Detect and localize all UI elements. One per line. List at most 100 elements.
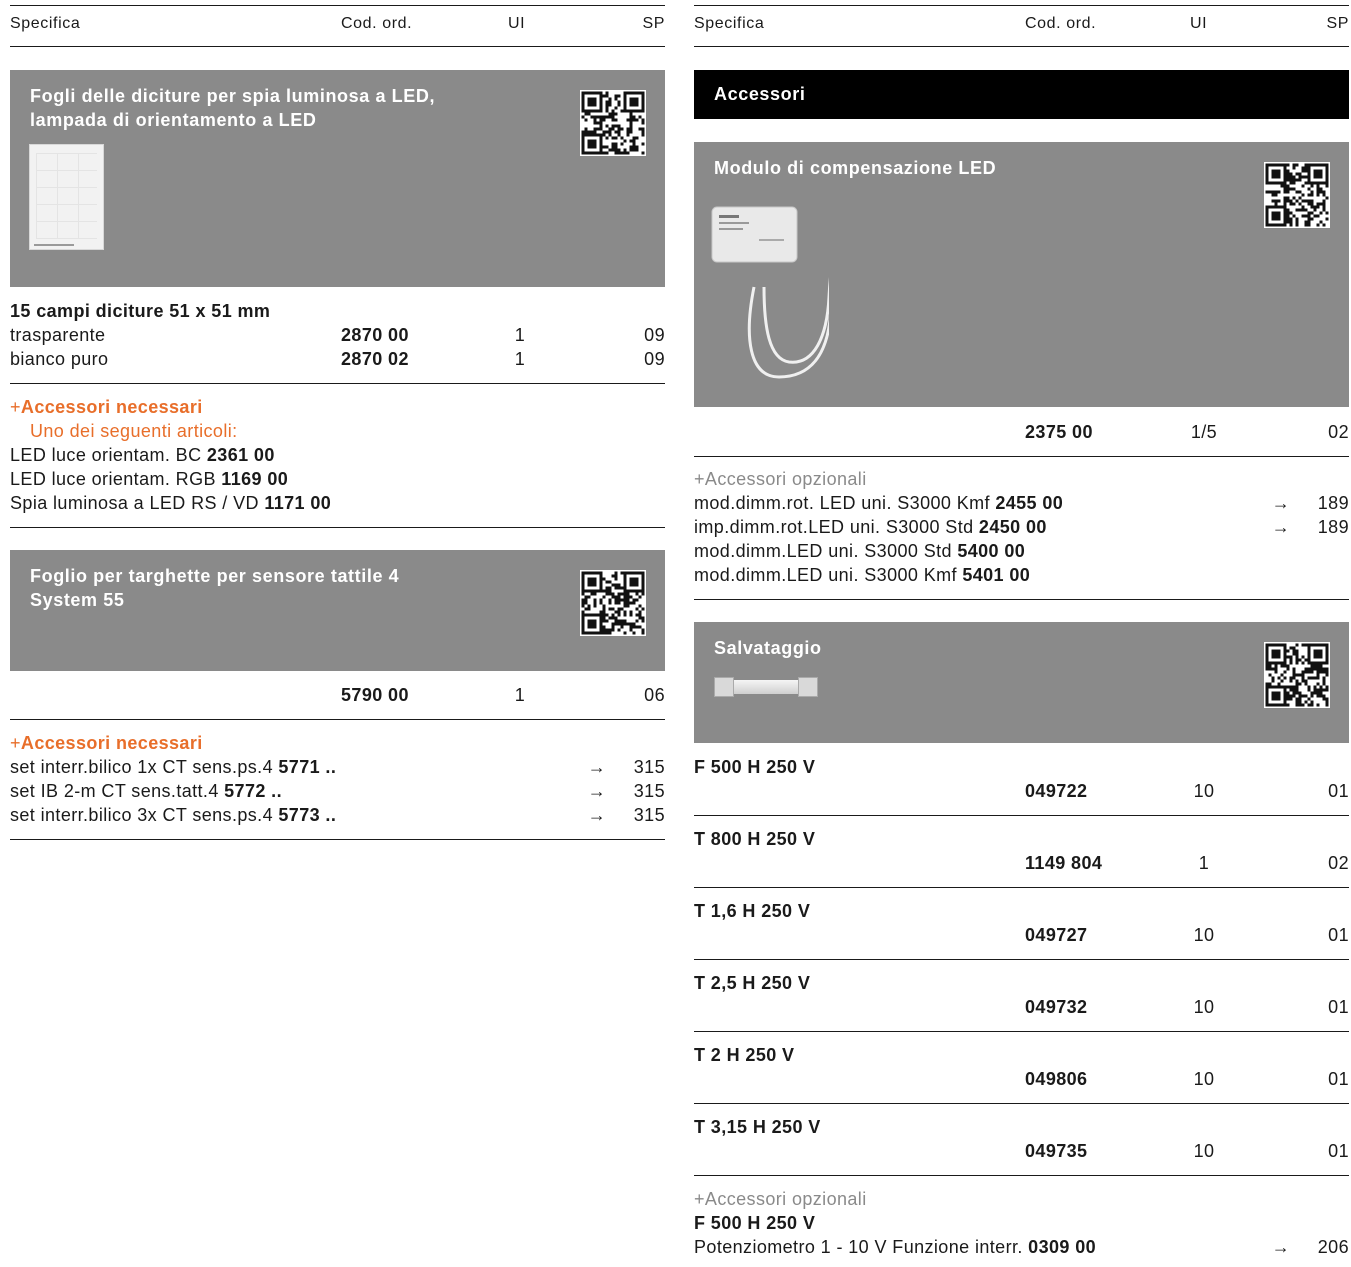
fuse-label: T 800 H 250 V (694, 829, 816, 849)
row-sp: 02 (1328, 853, 1349, 873)
header-ui: UI (508, 15, 526, 32)
list-item: Spia luminosa a LED RS / VD 1171 00 (10, 493, 332, 513)
divider (694, 456, 1349, 457)
row-code: 049732 (1025, 997, 1088, 1017)
list-item: LED luce orientam. RGB 1169 00 (10, 469, 289, 489)
product-title: Foglio per targhette per sensore tattile… (30, 564, 399, 612)
page-ref: 315 (633, 781, 665, 801)
row-ui: 10 (1193, 925, 1215, 945)
accessories-required-title: +Accessori necessari (10, 733, 203, 753)
table-row: bianco puro 2870 02 1 09 (10, 347, 665, 371)
row-code: 5790 00 (341, 685, 409, 705)
fuse-label: T 2 H 250 V (694, 1045, 795, 1065)
plus-icon: + (694, 469, 705, 489)
plus-icon: + (10, 397, 21, 417)
row-code: 049806 (1025, 1069, 1088, 1089)
accessories-subtitle: Uno dei seguenti articoli: (30, 421, 238, 441)
section-title: Accessori (714, 84, 806, 104)
row-sp: 09 (644, 349, 665, 369)
product-image-label-sheet (29, 144, 104, 250)
header-specifica: Specifica (10, 15, 81, 32)
row-sp: 09 (644, 325, 665, 345)
row-ui: 1 (514, 685, 526, 705)
row-ui: 1 (514, 349, 526, 369)
product-card-label-foil: Foglio per targhette per sensore tattile… (10, 550, 665, 671)
row-ui: 10 (1193, 997, 1215, 1017)
product-title-line2: System 55 (30, 590, 125, 610)
arrow-right-icon: → (587, 781, 607, 801)
product-image-fuse (714, 677, 818, 697)
list-item: mod.dimm.rot. LED uni. S3000 Kmf 2455 00… (694, 493, 1349, 513)
table-header: Specifica Cod. ord. UI SP (10, 5, 665, 47)
product-image-led-module (711, 206, 829, 379)
spec-title: 15 campi diciture 51 x 51 mm (10, 301, 271, 321)
product-title: Salvataggio (714, 638, 822, 658)
row-ui: 10 (1193, 1141, 1215, 1161)
fuse-label: T 2,5 H 250 V (694, 973, 811, 993)
accessories-optional-title: +Accessori opzionali (694, 1189, 867, 1209)
list-item: imp.dimm.rot.LED uni. S3000 Std 2450 00 … (694, 517, 1349, 537)
row-code: 049735 (1025, 1141, 1088, 1161)
row-label: bianco puro (10, 349, 109, 369)
accessory-spec: F 500 H 250 V (694, 1213, 816, 1233)
header-sp: SP (1326, 15, 1349, 32)
qr-code-icon (580, 570, 646, 636)
qr-code-icon (580, 90, 646, 156)
arrow-right-icon: → (1271, 493, 1291, 513)
row-ui: 1 (514, 325, 526, 345)
divider (10, 719, 665, 720)
row-code: 049727 (1025, 925, 1088, 945)
page-ref: 315 (633, 757, 665, 777)
row-ui: 10 (1193, 1069, 1215, 1089)
list-item: mod.dimm.LED uni. S3000 Kmf 5401 00 (694, 565, 1031, 585)
list-item: set interr.bilico 3x CT sens.ps.4 5773 .… (10, 805, 665, 825)
plus-icon: + (694, 1189, 705, 1209)
divider (694, 1175, 1349, 1176)
table-header: Specifica Cod. ord. UI SP (694, 5, 1349, 47)
fuse-label: T 3,15 H 250 V (694, 1117, 821, 1137)
row-ui: 10 (1193, 781, 1215, 801)
divider (694, 887, 1349, 888)
arrow-right-icon: → (587, 805, 607, 825)
plus-icon: + (10, 733, 21, 753)
divider (694, 599, 1349, 600)
page-ref: 189 (1317, 517, 1349, 537)
accessories-optional-title: +Accessori opzionali (694, 469, 867, 489)
row-sp: 01 (1328, 1141, 1349, 1161)
row-sp: 01 (1328, 997, 1349, 1017)
list-item: set interr.bilico 1x CT sens.ps.4 5771 .… (10, 757, 665, 777)
product-title: Fogli delle diciture per spia luminosa a… (30, 84, 435, 132)
row-sp: 06 (644, 685, 665, 705)
page-ref: 189 (1317, 493, 1349, 513)
list-item: LED luce orientam. BC 2361 00 (10, 445, 275, 465)
list-item: mod.dimm.LED uni. S3000 Std 5400 00 (694, 541, 1026, 561)
table-row: trasparente 2870 00 1 09 (10, 323, 665, 347)
fuse-label: F 500 H 250 V (694, 757, 816, 777)
arrow-right-icon: → (1271, 1237, 1291, 1257)
row-sp: 02 (1328, 422, 1349, 442)
divider (694, 1031, 1349, 1032)
row-label: trasparente (10, 325, 106, 345)
row-sp: 01 (1328, 781, 1349, 801)
header-sp: SP (642, 15, 665, 32)
product-title: Modulo di compensazione LED (714, 158, 997, 178)
header-cod: Cod. ord. (1025, 15, 1097, 32)
row-sp: 01 (1328, 925, 1349, 945)
divider (10, 527, 665, 528)
divider (10, 383, 665, 384)
list-item: set IB 2-m CT sens.tatt.4 5772 .. → 315 (10, 781, 665, 801)
list-item: Potenziometro 1 - 10 V Funzione interr. … (694, 1237, 1349, 1257)
divider (694, 1103, 1349, 1104)
divider (694, 959, 1349, 960)
accessories-required-title: +Accessori necessari (10, 397, 203, 417)
qr-code-icon (1264, 162, 1330, 228)
row-code: 2870 00 (341, 325, 409, 345)
product-card-led-compensation: Modulo di compensazione LED (694, 142, 1349, 407)
row-code: 2375 00 (1025, 422, 1093, 442)
product-card-label-sheets: Fogli delle diciture per spia luminosa a… (10, 70, 665, 287)
page-ref: 315 (633, 805, 665, 825)
arrow-right-icon: → (587, 757, 607, 777)
header-specifica: Specifica (694, 15, 765, 32)
qr-code-icon (1264, 642, 1330, 708)
section-header-accessori: Accessori (694, 70, 1349, 119)
